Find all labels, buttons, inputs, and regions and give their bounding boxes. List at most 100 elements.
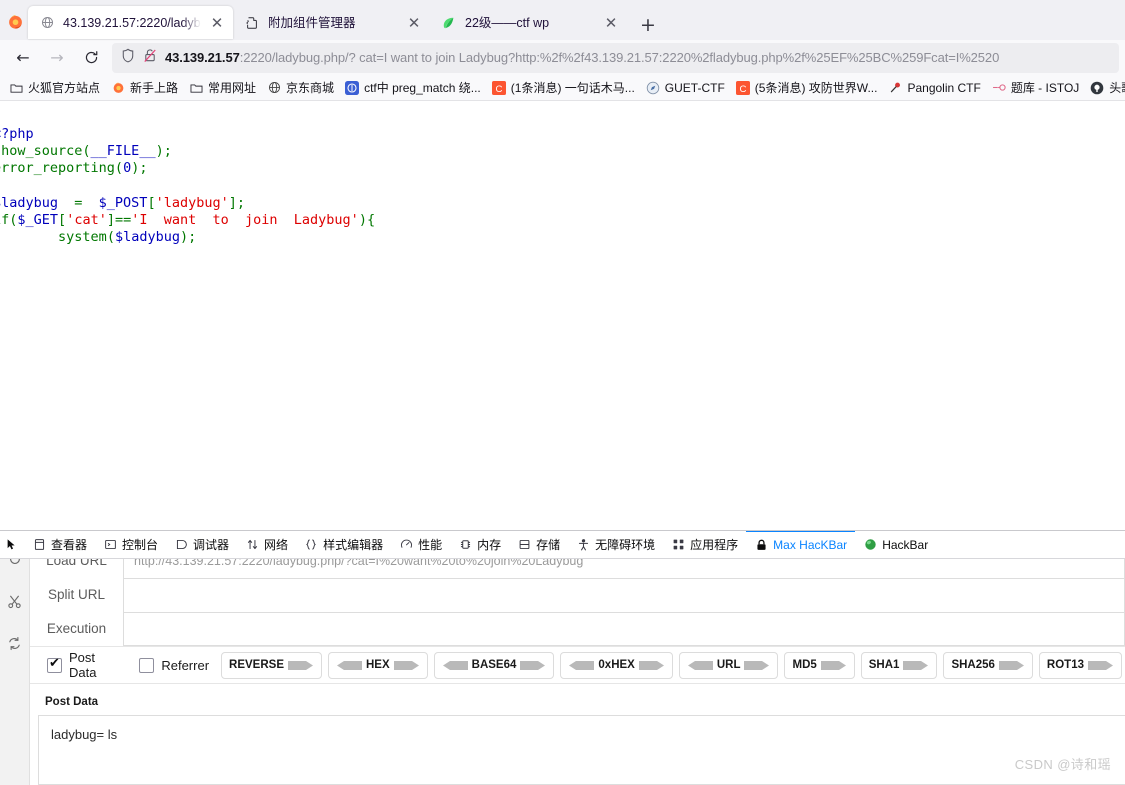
new-tab-button[interactable]: +: [633, 10, 663, 40]
url-button[interactable]: URL: [678, 651, 779, 679]
bookmark-item[interactable]: 新手上路: [106, 77, 183, 98]
post-data-checkbox[interactable]: [47, 656, 62, 673]
bookmark-item[interactable]: 常用网址: [184, 77, 261, 98]
code-token: __FILE__: [90, 142, 156, 159]
code-token: 'I want to join Ladybug': [131, 211, 359, 228]
tab-close-icon[interactable]: ✕: [209, 15, 225, 31]
bookmark-item[interactable]: 题库 - ISTOJ: [987, 77, 1084, 98]
reverse-button[interactable]: REVERSE: [221, 651, 322, 679]
devtools-tab-memory[interactable]: 内存: [450, 531, 509, 558]
bookmark-label: 常用网址: [208, 81, 257, 95]
sha1-button[interactable]: SHA1: [860, 651, 938, 679]
base64-button[interactable]: BASE64: [433, 651, 555, 679]
bookmark-label: 头歌实践教学平台: [1109, 81, 1125, 95]
tab-close-icon[interactable]: ✕: [406, 15, 422, 31]
0xhex-button-label: 0xHEX: [598, 659, 635, 671]
bookmark-label: (5条消息) 攻防世界W...: [754, 81, 878, 95]
back-button[interactable]: ←: [6, 43, 40, 73]
code-token: ;: [139, 160, 148, 177]
hex-button[interactable]: HEX: [328, 651, 428, 679]
bookmark-item[interactable]: ctf中 preg_match 绕...: [340, 77, 486, 98]
inspector-icon: [32, 538, 46, 552]
svg-text:C: C: [495, 83, 502, 94]
devtools-tab-application[interactable]: 应用程序: [663, 531, 746, 558]
element-picker-icon[interactable]: [0, 532, 24, 558]
firefox-logo-icon: [2, 2, 28, 40]
devtools-tab-accessibility[interactable]: 无障碍环境: [568, 531, 663, 558]
memory-icon: [458, 538, 472, 552]
code-token: if: [0, 211, 10, 228]
url-bar[interactable]: 43.139.21.57:2220/ladybug.php/? cat=I wa…: [112, 42, 1119, 73]
devtools-tab-inspector[interactable]: 查看器: [24, 531, 95, 558]
md5-button[interactable]: MD5: [784, 651, 855, 679]
tab-title: 22级——ctf wp: [465, 15, 550, 30]
bookmark-item[interactable]: C (5条消息) 攻防世界W...: [731, 77, 883, 98]
devtools-tab-console[interactable]: 控制台: [95, 531, 166, 558]
split-url-input[interactable]: [123, 578, 1125, 612]
csdn-icon: C: [735, 80, 750, 95]
devtools-tab-storage[interactable]: 存储: [509, 531, 568, 558]
post-data-checkbox-wrap[interactable]: Post Data: [38, 650, 130, 680]
devtools-tab-performance[interactable]: 性能: [391, 531, 450, 558]
code-token: 0: [123, 160, 132, 177]
bookmark-label: Pangolin CTF: [907, 80, 981, 95]
firefox-icon: [111, 81, 125, 95]
forward-button[interactable]: →: [40, 43, 74, 73]
globe-icon: [39, 15, 55, 31]
reload-button[interactable]: [74, 43, 108, 73]
browser-tab-addons[interactable]: 附加组件管理器 ✕: [233, 6, 430, 39]
folder-icon: [9, 81, 23, 95]
arrow-left-icon: [687, 659, 713, 672]
devtools-tab-label: 性能: [418, 538, 443, 552]
execution-input[interactable]: [123, 612, 1125, 646]
pin-icon: [888, 81, 902, 95]
post-data-textarea[interactable]: ladybug= ls: [38, 715, 1125, 785]
bookmark-item[interactable]: 京东商城: [262, 77, 339, 98]
devtools-tab-network[interactable]: 网络: [237, 531, 296, 558]
code-token: ]: [228, 194, 237, 211]
referrer-checkbox-wrap[interactable]: Referrer: [130, 657, 218, 673]
bookmark-item[interactable]: Pangolin CTF: [883, 79, 985, 97]
code-token: show_source: [0, 142, 83, 159]
hackbar-main: Load URL http://43.139.21.57:2220/ladybu…: [30, 544, 1125, 785]
bookmark-label: 题库 - ISTOJ: [1010, 81, 1080, 95]
code-token: 'ladybug': [155, 194, 229, 211]
execution-label[interactable]: Execution: [30, 612, 123, 646]
tab-close-icon[interactable]: ✕: [603, 15, 619, 31]
rot13-button[interactable]: ROT13: [1038, 651, 1122, 679]
code-token: $ladybug: [114, 229, 180, 246]
code-token: [: [147, 194, 156, 211]
bookmark-item[interactable]: 火狐官方站点: [4, 77, 105, 98]
bookmark-item[interactable]: C (1条消息) 一句话木马...: [487, 77, 640, 98]
hackbar-panel: Load URL http://43.139.21.57:2220/ladybu…: [0, 544, 1125, 785]
code-token: [: [58, 211, 67, 228]
devtools-tab-hackbar[interactable]: HackBar: [855, 531, 936, 558]
reload-icon[interactable]: [4, 632, 26, 654]
dark-circle-icon: [1090, 81, 1104, 95]
referrer-checkbox[interactable]: [139, 657, 155, 673]
scissors-icon[interactable]: [4, 590, 26, 612]
split-url-label[interactable]: Split URL: [30, 578, 123, 612]
devtools-tab-debugger[interactable]: 调试器: [166, 531, 237, 558]
devtools-tab-style-editor[interactable]: 样式编辑器: [296, 531, 391, 558]
code-token: (: [114, 160, 124, 177]
post-data-section: Post Data ladybug= ls: [30, 684, 1125, 785]
0xhex-button[interactable]: 0xHEX: [560, 651, 673, 679]
browser-tab-ctfwp[interactable]: 22级——ctf wp ✕: [430, 6, 627, 39]
tab-strip: 43.139.21.57:2220/ladybug.php/? ✕ 附加组件管理…: [0, 0, 1125, 40]
bookmark-item[interactable]: GUET-CTF: [641, 79, 730, 97]
devtools-tab-max-hackbar[interactable]: Max HacKBar: [746, 531, 856, 558]
bookmark-label: 火狐官方站点: [28, 81, 101, 95]
shield-icon[interactable]: [121, 48, 137, 68]
devtools-tab-label: 调试器: [193, 538, 230, 552]
svg-text:C: C: [739, 83, 746, 94]
lock-broken-icon[interactable]: [143, 48, 159, 68]
devtools-panel: Load URL http://43.139.21.57:2220/ladybu…: [0, 530, 1125, 785]
devtools-toolbar: 查看器 控制台 调试器 网络 样式编辑器 性能 内存 存储 无障碍环境 应用程序…: [0, 531, 1125, 559]
browser-tab-active[interactable]: 43.139.21.57:2220/ladybug.php/? ✕: [28, 6, 233, 39]
bookmarks-bar: 火狐官方站点 新手上路 常用网址 京东商城 ctf中 preg_match 绕.…: [0, 75, 1125, 101]
sha256-button[interactable]: SHA256: [943, 651, 1033, 679]
network-icon: [245, 538, 259, 552]
bookmark-item[interactable]: 头歌实践教学平台: [1085, 77, 1125, 98]
